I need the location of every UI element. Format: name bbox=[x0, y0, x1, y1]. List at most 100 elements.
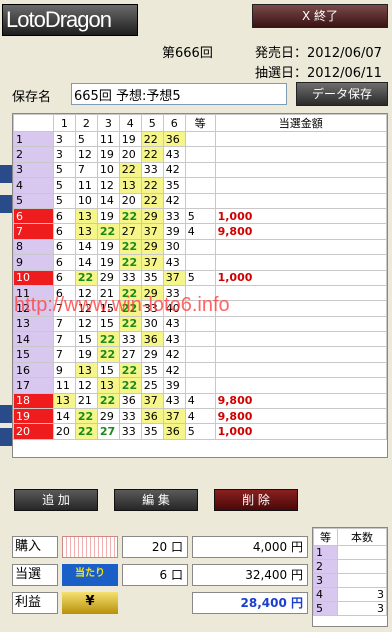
stats-row: 53 bbox=[313, 601, 387, 616]
stats-rank: 1 bbox=[313, 545, 338, 560]
rank-cell bbox=[184, 331, 216, 348]
side-tab-4[interactable] bbox=[0, 428, 12, 446]
side-tab-2[interactable] bbox=[0, 195, 12, 213]
table-row[interactable]: 19 14 22 29 33 36 37 4 9,800 bbox=[13, 408, 388, 425]
number-cell: 30 bbox=[140, 315, 164, 333]
rank-cell: 4 bbox=[184, 223, 216, 240]
number-cell: 14 bbox=[74, 254, 98, 271]
number-cell: 33 bbox=[118, 331, 142, 348]
number-cell: 33 bbox=[162, 207, 186, 225]
number-cell: 19 bbox=[96, 254, 120, 271]
table-row[interactable]: 10 6 22 29 33 35 37 5 1,000 bbox=[13, 269, 388, 286]
number-cell: 22 bbox=[74, 269, 98, 286]
row-number: 4 bbox=[13, 177, 54, 194]
table-row[interactable]: 14 7 15 22 33 36 43 bbox=[13, 331, 388, 348]
prize-cell bbox=[214, 315, 388, 333]
rank-cell bbox=[184, 346, 216, 363]
prize-cell: 9,800 bbox=[214, 392, 388, 410]
grid-col-header: 6 bbox=[162, 114, 186, 132]
rank-cell bbox=[184, 238, 216, 256]
number-cell: 39 bbox=[162, 223, 186, 240]
table-row[interactable]: 1 3 5 11 19 22 36 bbox=[13, 130, 388, 148]
number-cell: 35 bbox=[140, 361, 164, 379]
number-cell: 13 bbox=[96, 377, 120, 394]
rank-cell bbox=[184, 361, 216, 379]
table-row[interactable]: 5 5 10 14 20 22 42 bbox=[13, 192, 388, 209]
grid-col-header bbox=[13, 114, 54, 132]
number-cell: 3 bbox=[52, 130, 76, 148]
grid-col-header: 5 bbox=[140, 114, 164, 132]
stats-row: 43 bbox=[313, 587, 387, 602]
table-row[interactable]: 6 6 13 19 22 29 33 5 1,000 bbox=[13, 207, 388, 225]
table-row[interactable]: 13 7 12 15 22 30 43 bbox=[13, 315, 388, 333]
number-cell: 22 bbox=[96, 346, 120, 363]
prize-cell bbox=[214, 146, 388, 163]
number-cell: 22 bbox=[74, 423, 98, 440]
number-cell: 29 bbox=[140, 346, 164, 363]
stats-count bbox=[337, 545, 387, 560]
table-row[interactable]: 2 3 12 19 20 22 43 bbox=[13, 146, 388, 163]
save-name-input[interactable] bbox=[71, 83, 287, 105]
number-cell: 27 bbox=[96, 423, 120, 440]
number-cell: 35 bbox=[140, 423, 164, 440]
edit-button[interactable]: 編 集 bbox=[114, 489, 198, 511]
table-row[interactable]: 3 5 7 10 22 33 42 bbox=[13, 161, 388, 179]
number-cell: 22 bbox=[96, 223, 120, 240]
save-data-button[interactable]: データ保存 bbox=[296, 82, 388, 106]
number-cell: 14 bbox=[52, 408, 76, 425]
number-cell: 3 bbox=[52, 146, 76, 163]
number-cell: 11 bbox=[52, 377, 76, 394]
table-row[interactable]: 16 9 13 15 22 35 42 bbox=[13, 361, 388, 379]
coin-icon: ¥ bbox=[62, 592, 118, 614]
number-cell: 22 bbox=[118, 207, 142, 225]
prize-cell: 9,800 bbox=[214, 408, 388, 425]
number-cell: 36 bbox=[140, 408, 164, 425]
number-cell: 15 bbox=[96, 361, 120, 379]
number-cell: 12 bbox=[96, 177, 120, 194]
number-cell: 42 bbox=[162, 161, 186, 179]
number-cell: 20 bbox=[118, 146, 142, 163]
draw-number: 第666回 bbox=[162, 46, 213, 61]
number-cell: 19 bbox=[96, 207, 120, 225]
rank-cell bbox=[184, 146, 216, 163]
number-cell: 42 bbox=[162, 192, 186, 209]
side-tab-1[interactable] bbox=[0, 165, 12, 183]
number-cell: 12 bbox=[74, 146, 98, 163]
delete-button[interactable]: 削 除 bbox=[214, 489, 298, 511]
stats-count bbox=[337, 559, 387, 574]
table-row[interactable]: 17 11 12 13 22 25 39 bbox=[13, 377, 388, 394]
add-button[interactable]: 追 加 bbox=[14, 489, 98, 511]
number-cell: 37 bbox=[162, 269, 186, 286]
number-cell: 22 bbox=[74, 408, 98, 425]
stats-row: 1 bbox=[313, 545, 387, 560]
table-row[interactable]: 9 6 14 19 22 37 43 bbox=[13, 254, 388, 271]
prediction-grid[interactable]: 1 2 3 4 5 6 等当選金額 1 3 5 11 19 22 36 2 3 12 19 20 22 43 3 5 7 10… bbox=[12, 113, 388, 458]
row-number: 18 bbox=[13, 392, 54, 410]
row-number: 17 bbox=[13, 377, 54, 394]
stats-row: 3 bbox=[313, 573, 387, 588]
number-cell: 11 bbox=[96, 130, 120, 148]
table-row[interactable]: 20 20 22 27 33 35 36 5 1,000 bbox=[13, 423, 388, 440]
number-cell: 7 bbox=[52, 331, 76, 348]
number-cell: 22 bbox=[118, 254, 142, 271]
rank-cell: 5 bbox=[184, 207, 216, 225]
side-tab-3[interactable] bbox=[0, 405, 12, 423]
number-cell: 25 bbox=[140, 377, 164, 394]
number-cell: 11 bbox=[74, 177, 98, 194]
number-cell: 10 bbox=[74, 192, 98, 209]
purchase-count: 20 口 bbox=[122, 536, 188, 558]
purchase-amount: 4,000 円 bbox=[192, 536, 308, 558]
prize-cell bbox=[214, 192, 388, 209]
table-row[interactable]: 4 5 11 12 13 22 35 bbox=[13, 177, 388, 194]
table-row[interactable]: 7 6 13 22 27 37 39 4 9,800 bbox=[13, 223, 388, 240]
prize-cell bbox=[214, 331, 388, 348]
close-button[interactable]: X 終了 bbox=[252, 4, 388, 28]
row-number: 13 bbox=[13, 315, 54, 333]
table-row[interactable]: 15 7 19 22 27 29 42 bbox=[13, 346, 388, 363]
table-row[interactable]: 18 13 21 22 36 37 43 4 9,800 bbox=[13, 392, 388, 410]
table-row[interactable]: 8 6 14 19 22 29 30 bbox=[13, 238, 388, 256]
number-cell: 14 bbox=[96, 192, 120, 209]
number-cell: 29 bbox=[140, 207, 164, 225]
win-amount: 32,400 円 bbox=[192, 564, 308, 586]
stats-header: 本数 bbox=[337, 528, 387, 546]
